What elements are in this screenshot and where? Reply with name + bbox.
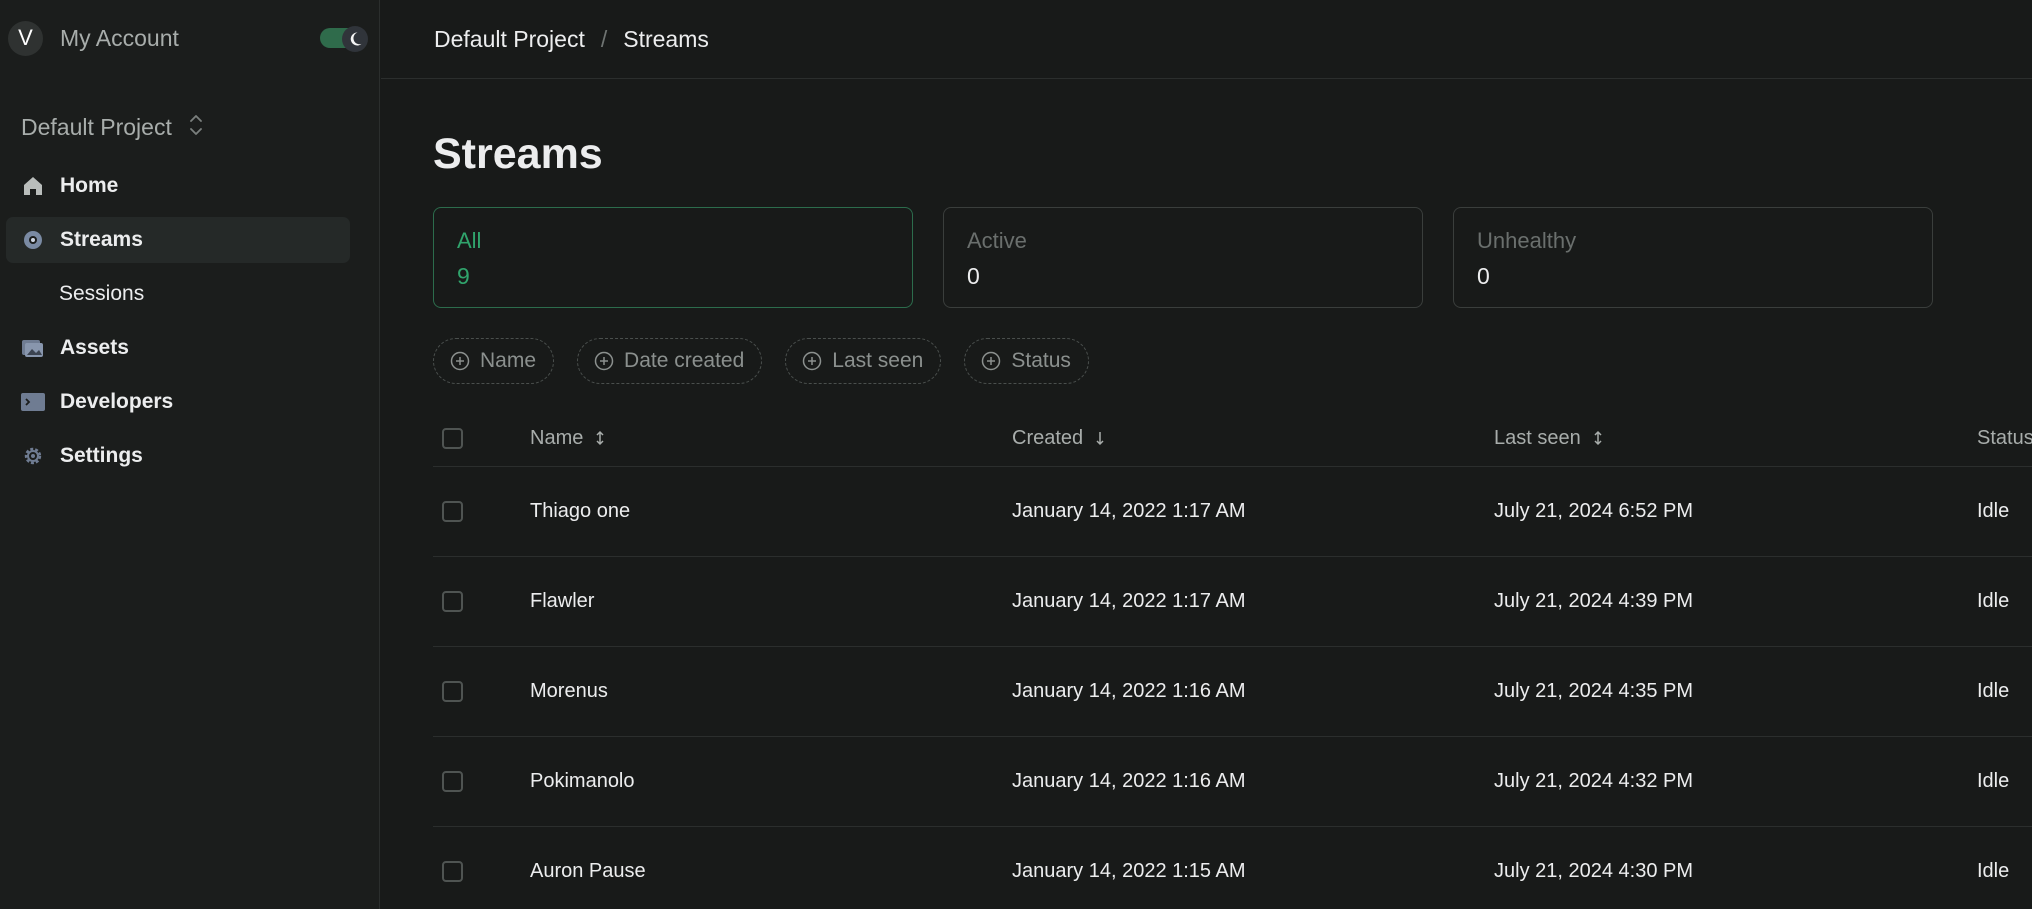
filter-label: Status [1011, 349, 1071, 372]
column-header-created[interactable]: Created [1012, 427, 1105, 450]
cell-created: January 14, 2022 1:17 AM [1012, 500, 1246, 522]
cell-status: Idle [1977, 500, 2010, 522]
account-name: My Account [60, 24, 179, 51]
stat-card-unhealthy[interactable]: Unhealthy 0 [1453, 207, 1933, 308]
cell-created: January 14, 2022 1:17 AM [1012, 590, 1246, 612]
cell-status: Idle [1977, 680, 2010, 702]
filter-name-button[interactable]: Name [433, 338, 555, 384]
column-header-name[interactable]: Name [530, 427, 605, 450]
home-icon [21, 174, 45, 198]
breadcrumb-separator: / [600, 25, 608, 52]
avatar: V [8, 20, 43, 56]
chevron-up-down-icon [188, 112, 204, 143]
sidebar-item-sessions[interactable]: Sessions [6, 271, 350, 317]
filter-status-button[interactable]: Status [964, 338, 1089, 384]
cell-status: Idle [1977, 590, 2010, 612]
stat-card-active[interactable]: Active 0 [943, 207, 1423, 308]
filter-bar: Name Date created Last seen Status [433, 338, 1112, 384]
table-row[interactable]: Flawler January 14, 2022 1:17 AM July 21… [433, 557, 2032, 647]
sidebar-item-developers[interactable]: Developers [6, 379, 350, 425]
sidebar-item-assets[interactable]: Assets [6, 325, 350, 371]
sidebar-item-settings[interactable]: Settings [6, 433, 350, 479]
sidebar-item-streams[interactable]: Streams [6, 217, 350, 263]
cell-last-seen: July 21, 2024 4:32 PM [1494, 770, 1694, 792]
cell-last-seen: July 21, 2024 4:35 PM [1494, 680, 1694, 702]
filter-label: Date created [624, 349, 745, 372]
streams-table: Name Created Last seen Status Thiago one… [433, 410, 2032, 909]
row-checkbox[interactable] [442, 771, 463, 792]
sidebar-item-label: Settings [60, 444, 143, 467]
streams-icon [21, 228, 45, 252]
column-header-status[interactable]: Status [1977, 427, 2032, 450]
gear-icon [21, 444, 45, 468]
stat-card-all[interactable]: All 9 [433, 207, 913, 308]
row-checkbox[interactable] [442, 501, 463, 522]
breadcrumb: Default Project / Streams [381, 0, 2032, 79]
stat-label: All [457, 228, 482, 253]
column-label: Status [1977, 426, 2032, 449]
plus-circle-icon [594, 351, 614, 371]
cell-status: Idle [1977, 770, 2010, 792]
project-switcher[interactable]: Default Project [21, 112, 204, 143]
cell-name: Flawler [530, 590, 595, 612]
cell-last-seen: July 21, 2024 6:52 PM [1494, 500, 1694, 522]
table-row[interactable]: Auron Pause January 14, 2022 1:15 AM Jul… [433, 827, 2032, 909]
cell-last-seen: July 21, 2024 4:30 PM [1494, 860, 1694, 882]
cell-created: January 14, 2022 1:16 AM [1012, 680, 1246, 702]
theme-toggle[interactable] [320, 26, 368, 52]
sidebar-item-label: Sessions [59, 282, 145, 305]
moon-icon [342, 26, 368, 52]
plus-circle-icon [802, 351, 822, 371]
stat-count: 9 [457, 263, 470, 289]
filter-date-created-button[interactable]: Date created [577, 338, 763, 384]
terminal-icon [21, 390, 45, 414]
row-checkbox[interactable] [442, 861, 463, 882]
sidebar-item-label: Assets [60, 336, 129, 359]
select-all-checkbox[interactable] [442, 427, 463, 449]
cell-status: Idle [1977, 860, 2010, 882]
row-checkbox[interactable] [442, 681, 463, 702]
table-row[interactable]: Pokimanolo January 14, 2022 1:16 AM July… [433, 737, 2032, 827]
column-label: Last seen [1494, 426, 1581, 449]
column-label: Name [530, 426, 584, 449]
column-header-last-seen[interactable]: Last seen [1494, 427, 1603, 450]
page-title: Streams [433, 130, 603, 178]
account-menu[interactable]: V My Account [8, 20, 179, 56]
table-header: Name Created Last seen Status [433, 410, 2032, 467]
sidebar-nav: Home Streams Sessions Assets Developers [6, 163, 350, 487]
stat-label: Active [967, 228, 1027, 253]
cell-name: Pokimanolo [530, 770, 635, 792]
sidebar: V My Account Default Project Home Stream… [0, 0, 380, 909]
cell-name: Thiago one [530, 500, 631, 522]
column-label: Created [1012, 426, 1084, 449]
plus-circle-icon [981, 351, 1001, 371]
plus-circle-icon [450, 351, 470, 371]
filter-label: Name [480, 349, 537, 372]
stat-label: Unhealthy [1477, 228, 1577, 253]
cell-created: January 14, 2022 1:15 AM [1012, 860, 1246, 882]
table-row[interactable]: Morenus January 14, 2022 1:16 AM July 21… [433, 647, 2032, 737]
cell-name: Auron Pause [530, 860, 646, 882]
filter-last-seen-button[interactable]: Last seen [785, 338, 942, 384]
breadcrumb-current: Streams [623, 25, 709, 52]
sort-descending-icon [1095, 430, 1105, 446]
row-checkbox[interactable] [442, 591, 463, 612]
cell-last-seen: July 21, 2024 4:39 PM [1494, 590, 1694, 612]
cell-created: January 14, 2022 1:16 AM [1012, 770, 1246, 792]
sidebar-item-label: Home [60, 174, 119, 197]
sidebar-item-label: Developers [60, 390, 174, 413]
sort-icon [595, 430, 605, 446]
stat-count: 0 [967, 263, 980, 289]
breadcrumb-project[interactable]: Default Project [434, 26, 585, 53]
stat-count: 0 [1477, 263, 1490, 289]
sort-icon [1593, 430, 1603, 446]
cell-name: Morenus [530, 680, 608, 702]
sidebar-item-label: Streams [60, 228, 143, 251]
sidebar-item-home[interactable]: Home [6, 163, 350, 209]
filter-label: Last seen [832, 349, 924, 372]
assets-icon [21, 336, 45, 360]
project-switcher-label: Default Project [21, 114, 172, 140]
table-row[interactable]: Thiago one January 14, 2022 1:17 AM July… [433, 467, 2032, 557]
